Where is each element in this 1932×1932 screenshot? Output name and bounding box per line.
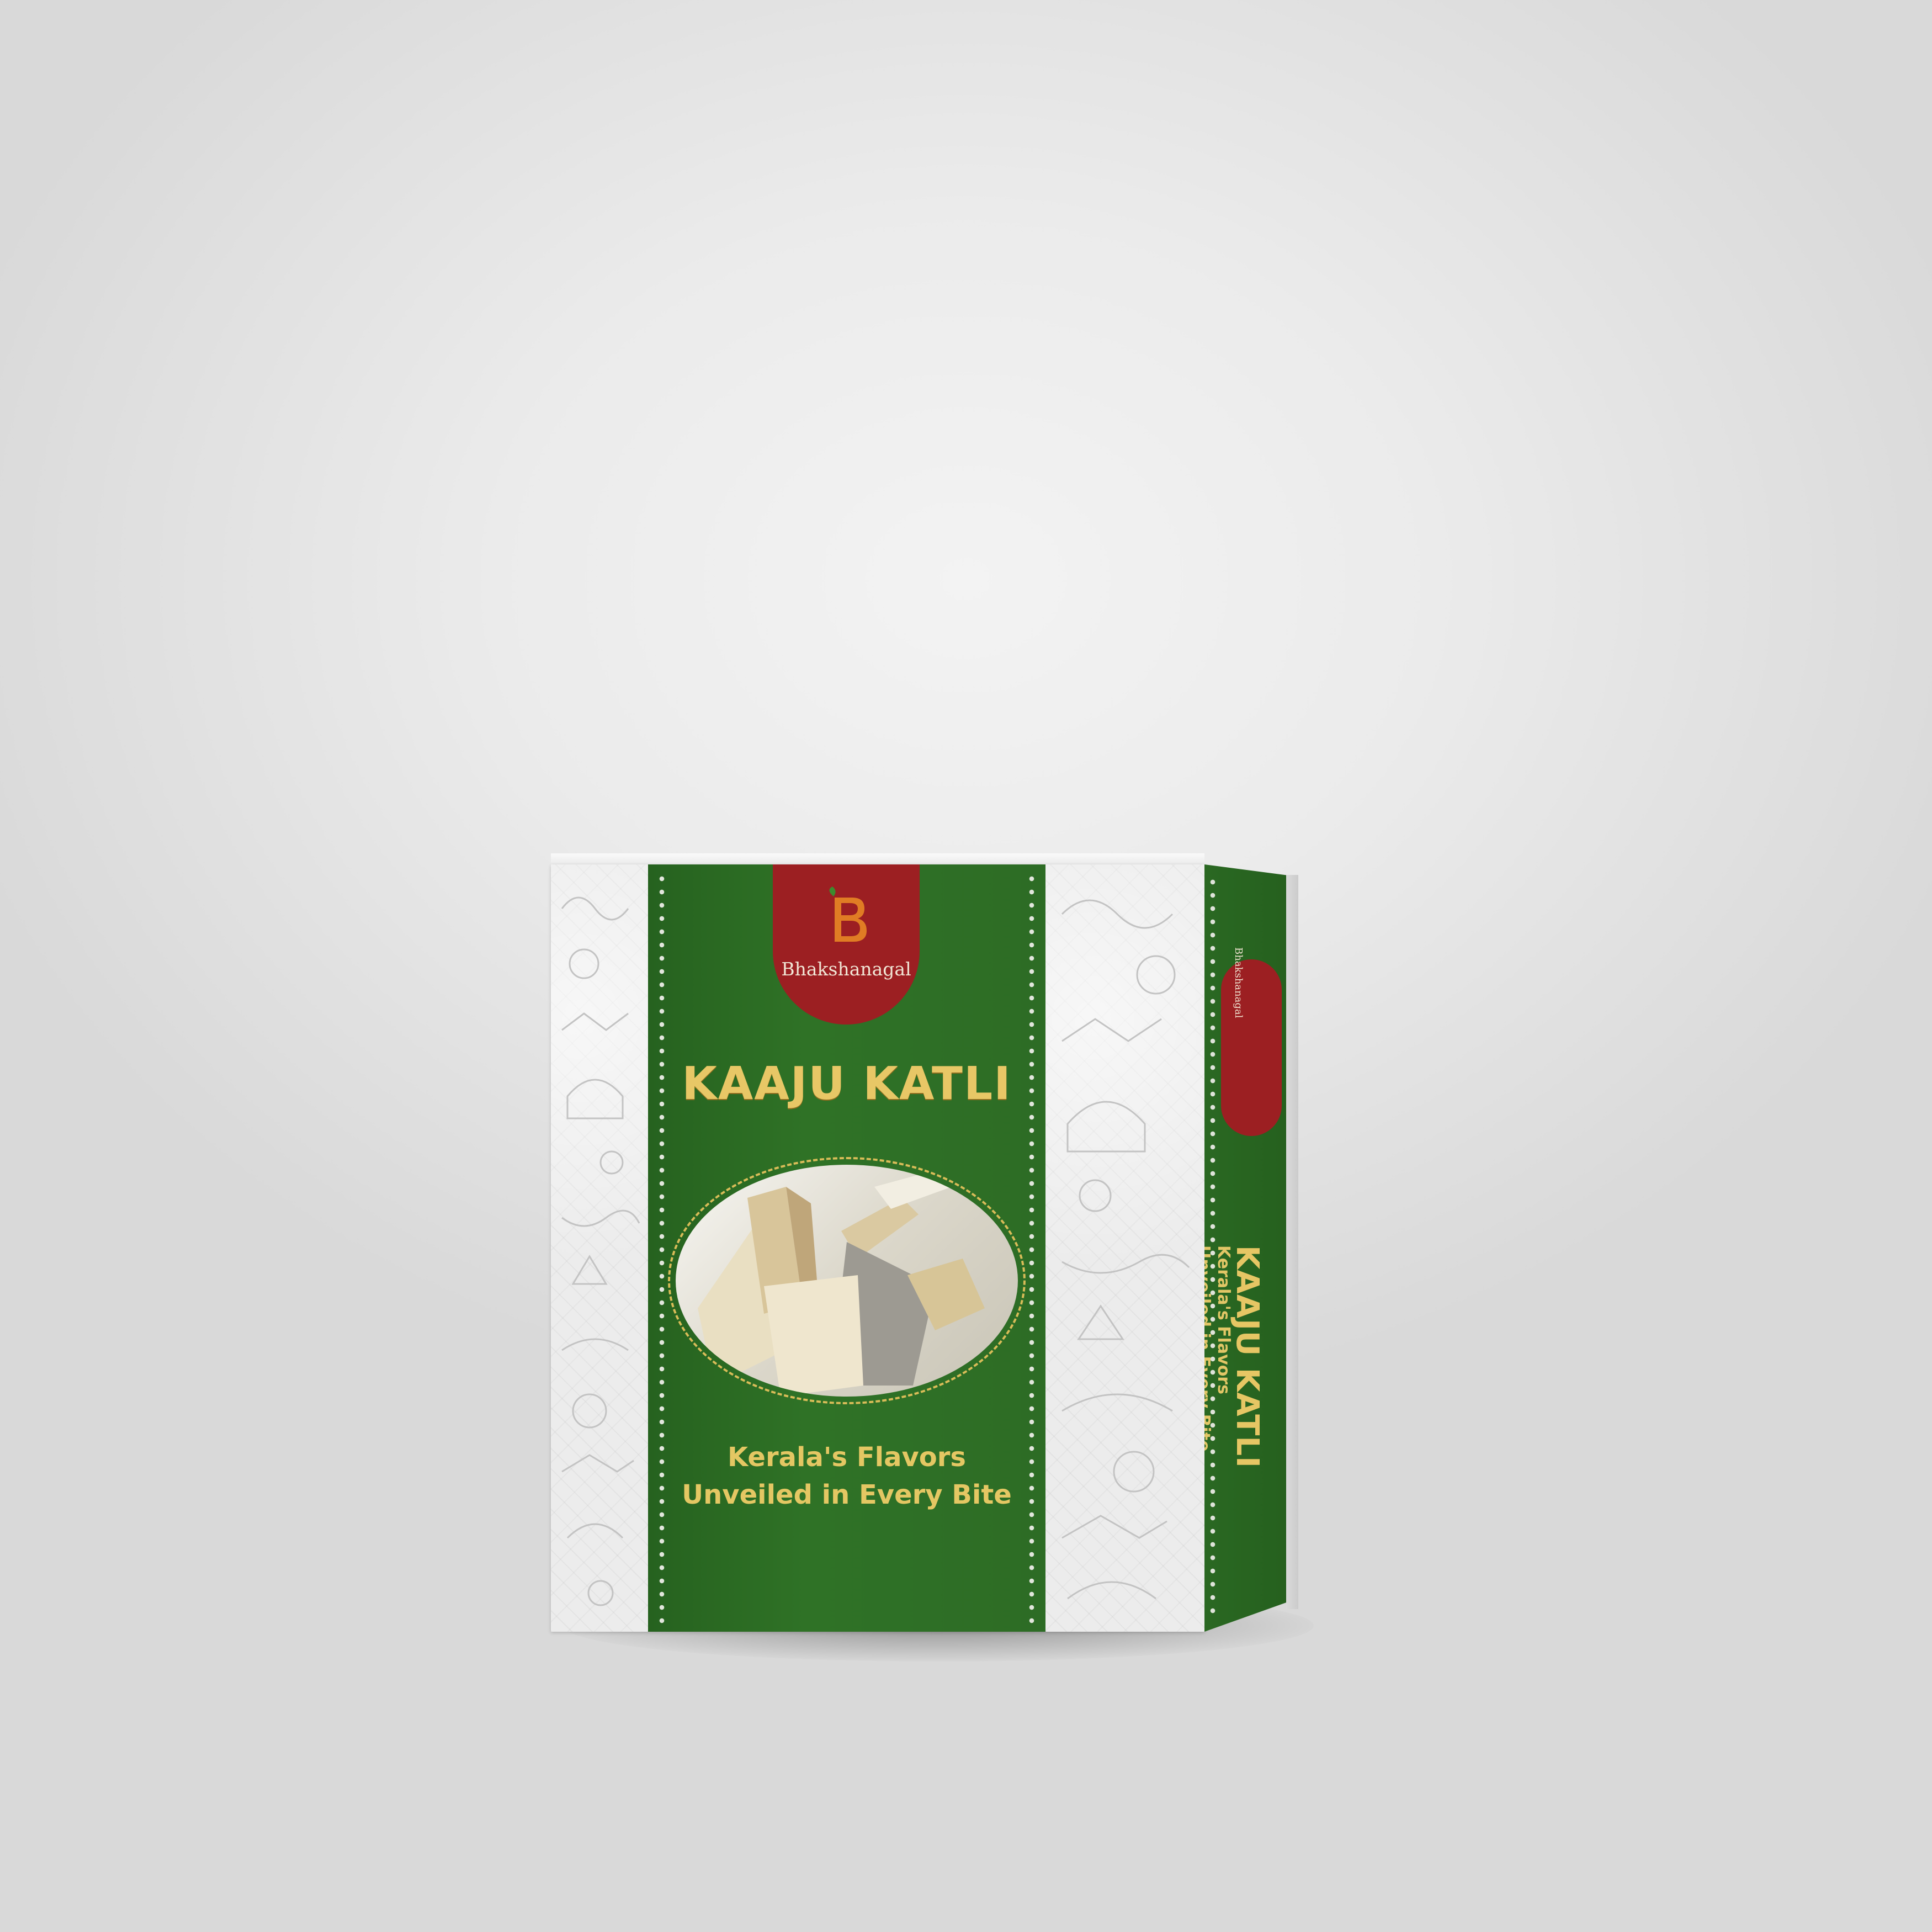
side-tagline-line-2: Unveiled in Every Bite — [1204, 1245, 1213, 1452]
box-side-edge — [1286, 875, 1298, 1609]
product-window — [676, 1165, 1018, 1397]
leaf-icon — [829, 887, 836, 896]
right-doodle-panel — [1045, 864, 1204, 1632]
box-front-face: Bhakshanagal KAAJU KATLI Kerala's Flavor… — [551, 864, 1204, 1632]
box-side-face: Bhakshanagal KAAJU KATLI Kerala's Flavor… — [1204, 864, 1297, 1632]
kerala-doodle-pattern-right — [1061, 899, 1190, 1600]
side-product-title: KAAJU KATLI — [1229, 1245, 1265, 1468]
brand-logo-mark — [829, 887, 867, 942]
side-brand-name: Bhakshanagal — [1233, 947, 1244, 1018]
side-tagline: Kerala's Flavors Unveiled in Every Bite — [1204, 1245, 1233, 1452]
brand-name: Bhakshanagal — [781, 958, 911, 980]
tagline-line-1: Kerala's Flavors — [728, 1442, 966, 1473]
side-tagline-line-1: Kerala's Flavors — [1214, 1245, 1233, 1394]
sweet-pieces-illustration — [698, 1170, 985, 1397]
box-top-edge — [551, 853, 1204, 866]
kerala-doodle-pattern-left — [561, 896, 640, 1606]
product-title: KAAJU KATLI — [682, 1058, 1012, 1110]
brand-badge: Bhakshanagal — [773, 864, 920, 1025]
side-brand-badge — [1221, 959, 1282, 1136]
green-label-band: Bhakshanagal KAAJU KATLI Kerala's Flavor… — [648, 864, 1045, 1632]
tagline-line-2: Unveiled in Every Bite — [682, 1479, 1012, 1510]
product-tagline: Kerala's Flavors Unveiled in Every Bite — [648, 1439, 1045, 1514]
left-doodle-panel — [551, 864, 648, 1632]
side-green-band: Bhakshanagal KAAJU KATLI Kerala's Flavor… — [1204, 864, 1291, 1632]
